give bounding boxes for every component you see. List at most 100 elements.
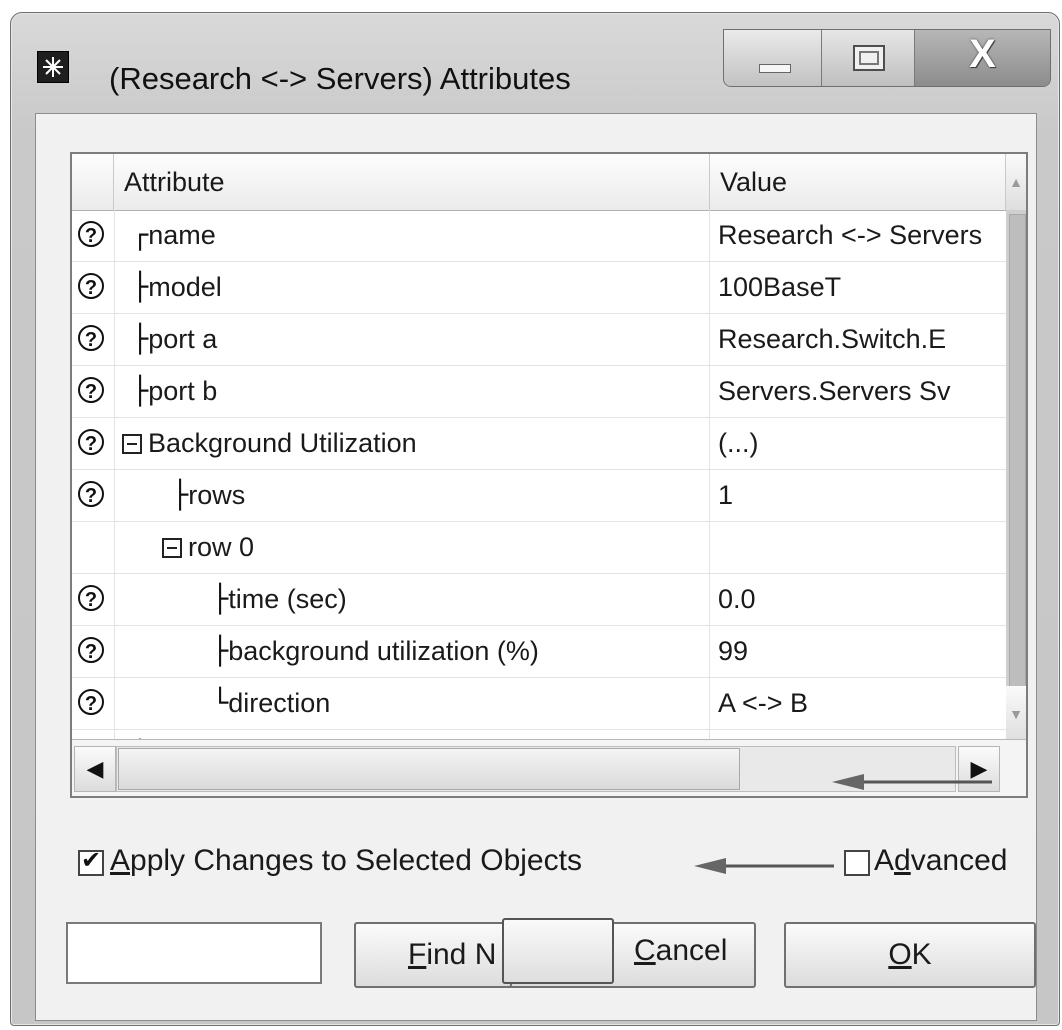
annotation-arrow-icon (832, 774, 992, 790)
row-icon-cell: ? (72, 262, 115, 313)
row-icon-cell: ? (72, 574, 115, 625)
table-row[interactable]: ? └direction A <-> B (72, 678, 1006, 730)
minimize-icon (759, 64, 791, 73)
header-icon-column (72, 154, 114, 210)
attribute-label: Background Utilization (148, 428, 417, 458)
table-row[interactable]: ? Background Utilization (...) (72, 418, 1006, 470)
help-icon[interactable]: ? (78, 585, 104, 611)
help-icon[interactable]: ? (78, 689, 104, 715)
attribute-cell[interactable]: ├rows (114, 470, 710, 521)
attribute-label: row 0 (188, 532, 255, 562)
advanced-label[interactable]: Advanced (874, 844, 1007, 878)
tree-connector-icon: ├ (132, 272, 149, 303)
value-cell[interactable]: A <-> B (718, 678, 1006, 729)
value-cell[interactable]: Research <-> Servers (718, 210, 1006, 261)
help-icon[interactable]: ? (78, 273, 104, 299)
dialog-client-area: Attribute Value ? ┌name Research <-> Serve… (35, 113, 1037, 1021)
attribute-rows: ? ┌name Research <-> Servers? ├model 100Base… (72, 210, 1006, 782)
tree-connector-icon: ├ (132, 376, 149, 407)
scroll-up-arrow[interactable]: ▲ (1006, 154, 1026, 210)
value-cell[interactable]: Research.Switch.E (718, 314, 1006, 365)
table-row[interactable]: ? ├rows 1 (72, 470, 1006, 522)
caption-buttons: X (723, 29, 1051, 87)
attribute-label: direction (228, 688, 331, 718)
find-input[interactable] (66, 922, 322, 984)
minimize-button[interactable] (724, 30, 823, 86)
horizontal-scroll-thumb[interactable] (118, 748, 740, 790)
advanced-checkbox[interactable] (844, 850, 870, 876)
help-icon[interactable]: ? (78, 481, 104, 507)
tree-connector-icon: └ (212, 688, 229, 719)
attribute-cell[interactable]: Background Utilization (114, 418, 710, 469)
value-cell[interactable] (718, 522, 1006, 573)
value-cell[interactable]: (...) (718, 418, 1006, 469)
help-icon[interactable]: ? (78, 377, 104, 403)
tree-connector-icon: ├ (132, 324, 149, 355)
window-title: (Research <-> Servers) Attributes (109, 61, 571, 96)
scroll-left-arrow[interactable]: ◀ (74, 746, 116, 792)
attribute-cell[interactable]: ├port b (114, 366, 710, 417)
ok-button[interactable]: OK (784, 922, 1036, 988)
attribute-label: model (148, 272, 222, 302)
attribute-label: port a (148, 324, 218, 354)
value-cell[interactable]: 0.0 (718, 574, 1006, 625)
apply-changes-checkbox[interactable] (78, 846, 104, 876)
attribute-label: port b (148, 376, 218, 406)
row-icon-cell (72, 522, 115, 573)
cancel-button[interactable]: Cancel (502, 918, 727, 984)
collapse-icon[interactable] (122, 434, 142, 454)
attribute-cell[interactable]: row 0 (114, 522, 710, 573)
close-button[interactable]: X (914, 30, 1050, 86)
attribute-label: name (148, 220, 216, 250)
collapse-icon[interactable] (162, 538, 182, 558)
scroll-down-arrow[interactable]: ▼ (1006, 686, 1026, 742)
tree-connector-icon: ┌ (132, 220, 149, 251)
close-icon: X (969, 32, 996, 76)
attribute-cell[interactable]: ├background utilization (%) (114, 626, 710, 677)
table-row[interactable]: ? ├time (sec) 0.0 (72, 574, 1006, 626)
row-icon-cell: ? (72, 366, 115, 417)
row-icon-cell: ? (72, 678, 115, 729)
attribute-label: time (sec) (228, 584, 347, 614)
attribute-label: rows (188, 480, 246, 510)
help-icon[interactable]: ? (78, 221, 104, 247)
attribute-label: background utilization (%) (228, 636, 539, 666)
table-row[interactable]: ? ├background utilization (%) 99 (72, 626, 1006, 678)
vertical-scroll-thumb[interactable] (1009, 214, 1026, 726)
row-icon-cell: ? (72, 626, 115, 677)
value-cell[interactable]: Servers.Servers Sv (718, 366, 1006, 417)
annotation-arrow-icon (694, 858, 834, 874)
help-icon[interactable]: ? (78, 325, 104, 351)
tree-connector-icon: ├ (172, 480, 189, 511)
value-cell[interactable]: 99 (718, 626, 1006, 677)
window-app-icon (37, 51, 69, 83)
attribute-cell[interactable]: ┌name (114, 210, 710, 261)
attribute-cell[interactable]: ├time (sec) (114, 574, 710, 625)
apply-changes-label[interactable]: Apply Changes to Selected Objects (110, 844, 582, 878)
table-row[interactable]: ? ├port a Research.Switch.E (72, 314, 1006, 366)
table-row[interactable]: ? ┌name Research <-> Servers (72, 210, 1006, 262)
value-cell[interactable]: 1 (718, 470, 1006, 521)
find-next-button[interactable]: Find N (354, 922, 512, 988)
column-header-attribute[interactable]: Attribute (114, 154, 710, 210)
maximize-icon (853, 45, 886, 71)
column-header-value[interactable]: Value (710, 154, 1006, 210)
table-row[interactable]: ? ├port b Servers.Servers Sv (72, 366, 1006, 418)
row-icon-cell: ? (72, 418, 115, 469)
help-icon[interactable]: ? (78, 429, 104, 455)
help-icon[interactable]: ? (78, 637, 104, 663)
attribute-cell[interactable]: └direction (114, 678, 710, 729)
tree-connector-icon: ├ (212, 636, 229, 667)
maximize-button[interactable] (822, 30, 915, 86)
tree-connector-icon: ├ (212, 584, 229, 615)
attribute-cell[interactable]: ├port a (114, 314, 710, 365)
options-row: Apply Changes to Selected Objects Advanc… (66, 836, 1026, 896)
row-icon-cell: ? (72, 210, 115, 261)
table-row[interactable]: row 0 (72, 522, 1006, 574)
attribute-cell[interactable]: ├model (114, 262, 710, 313)
value-cell[interactable]: 100BaseT (718, 262, 1006, 313)
attribute-grid: Attribute Value ? ┌name Research <-> Serve… (70, 152, 1028, 798)
table-row[interactable]: ? ├model 100BaseT (72, 262, 1006, 314)
row-icon-cell: ? (72, 470, 115, 521)
attributes-dialog: (Research <-> Servers) Attributes X Attr… (10, 12, 1060, 1026)
